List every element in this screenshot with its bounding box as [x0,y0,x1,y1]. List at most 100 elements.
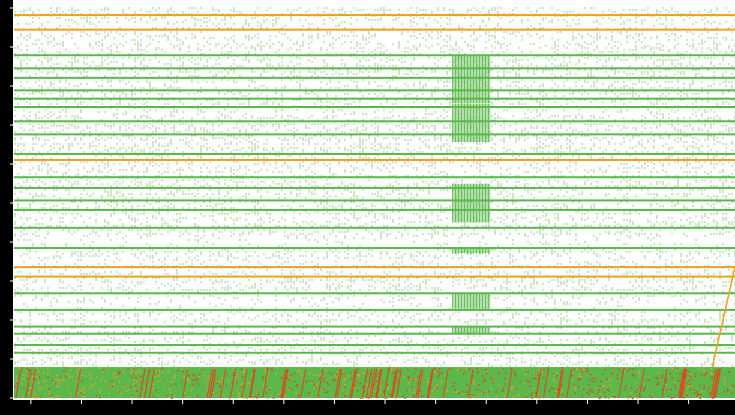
dense-point [431,395,433,398]
dense-point [606,386,608,388]
dense-point [135,385,137,387]
dense-point [434,370,436,373]
dense-point [465,370,467,372]
dense-point [358,374,361,377]
dense-point [421,395,423,397]
dense-point [357,374,359,376]
dense-point [599,380,602,383]
dense-point [170,383,173,386]
dense-point [525,393,527,396]
dense-point [698,368,700,370]
dense-point [413,372,415,374]
dense-point [294,380,297,383]
dense-point [698,393,700,395]
dense-point [644,386,647,388]
dense-point [163,386,166,388]
dense-point [53,397,56,399]
dense-point [703,384,706,387]
dense-point [475,367,478,370]
dense-point [59,376,62,379]
dense-point [548,390,551,392]
dense-point [158,375,161,377]
horizontal-line [14,89,735,92]
dense-point [118,371,120,373]
dense-point [377,372,380,375]
dense-point [216,382,219,384]
dense-point [112,373,114,376]
dense-point [560,367,563,369]
dense-point [638,370,640,373]
dense-point [626,370,629,373]
dense-point [710,368,712,370]
dense-point [320,388,323,391]
dense-point [325,391,327,394]
dense-point [462,390,465,393]
dense-point [183,376,185,378]
dense-point [571,374,574,377]
dense-point [587,370,589,372]
dense-point [466,383,468,386]
dense-point [83,395,86,398]
dense-point [602,385,604,387]
dense-point [629,395,631,397]
dense-point [518,393,521,396]
dense-point [547,367,549,369]
horizontal-line [14,158,735,161]
dense-point [194,375,196,377]
dense-point [581,386,583,388]
dense-point [436,387,439,389]
dense-point [27,377,29,379]
dense-point [360,397,362,400]
dense-point [446,390,448,392]
dense-point [102,369,104,371]
dense-point [135,393,137,395]
dense-point [344,386,346,388]
dense-point [122,371,124,373]
dense-point [295,392,297,394]
dense-point [728,383,730,385]
dense-point [104,380,106,382]
dense-point [218,380,220,383]
dense-point [172,376,175,379]
horizontal-line [14,186,735,189]
dense-point [311,393,313,395]
dense-point [140,375,142,378]
dense-point [192,383,195,385]
dense-point [295,384,298,386]
dense-point [272,397,275,399]
dense-point [686,382,688,385]
dense-point [473,394,475,397]
dense-point [288,387,290,389]
dense-point [391,367,393,370]
x-tick-label: 14:08 [371,404,400,415]
dense-point [591,377,594,379]
horizontal-line [14,275,735,278]
dense-point [166,395,168,397]
dense-point [14,385,16,388]
dense-point [479,389,481,391]
dense-point [154,376,156,378]
dense-point [666,389,668,391]
dense-point [88,387,90,389]
dense-point [691,378,693,380]
dense-point [415,368,417,371]
dense-point [632,373,634,376]
dense-point [437,376,439,378]
dense-point [298,370,300,372]
dense-point [294,372,296,375]
dense-point [686,394,688,397]
dense-point [333,378,335,381]
dense-point [492,378,495,381]
dense-point [407,376,409,378]
dense-point [661,377,663,379]
dense-point [247,382,249,385]
dense-point [119,396,121,399]
dense-point [482,375,484,377]
dense-point [504,377,507,380]
dense-point [46,385,48,387]
dense-point [161,367,163,370]
dense-point [80,392,82,394]
dense-point [513,386,515,389]
dense-point [683,397,685,399]
dense-point [217,393,220,396]
